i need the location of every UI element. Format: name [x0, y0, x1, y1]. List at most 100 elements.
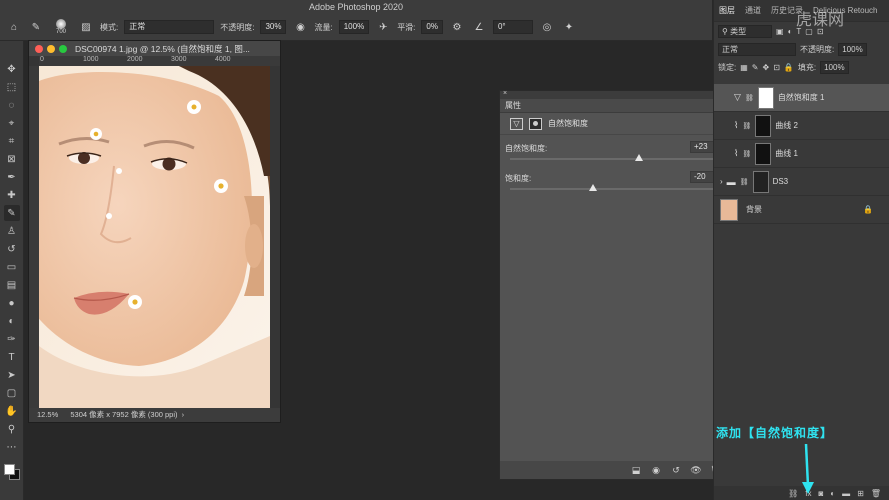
- gradient-tool-icon[interactable]: ▤: [4, 277, 20, 293]
- stamp-tool-icon[interactable]: ♙: [4, 223, 20, 239]
- lock-position-icon[interactable]: ✥: [763, 63, 770, 72]
- tab-layers[interactable]: 图层: [719, 5, 735, 16]
- chevron-right-icon[interactable]: ›: [720, 177, 723, 186]
- background-thumbnail[interactable]: [720, 198, 738, 221]
- layer-mask-icon[interactable]: [529, 117, 542, 130]
- layer-row-vibrance[interactable]: ▽ ⛓ 自然饱和度 1: [714, 84, 889, 112]
- link-layers-icon[interactable]: ⛓: [788, 489, 798, 498]
- view-previous-state-icon[interactable]: ◉: [649, 464, 663, 476]
- layer-name: 自然饱和度 1: [777, 93, 825, 102]
- lock-transparency-icon[interactable]: ▦: [740, 63, 748, 72]
- type-tool-icon[interactable]: T: [4, 349, 20, 365]
- layer-mask-thumbnail[interactable]: [757, 86, 774, 109]
- brush-settings-icon[interactable]: ▨: [78, 19, 94, 35]
- maximize-window-icon[interactable]: [59, 44, 67, 53]
- layer-row-curves-2[interactable]: ⌇ ⛓ 曲线 2: [714, 112, 889, 140]
- close-panel-icon[interactable]: ×: [503, 90, 507, 97]
- portrait-image: [39, 66, 270, 412]
- pen-tool-icon[interactable]: ✑: [4, 331, 20, 347]
- filter-pixel-icon[interactable]: ▣: [776, 27, 784, 36]
- eyedropper-tool-icon[interactable]: ✒: [4, 169, 20, 185]
- delete-layer-icon[interactable]: 🗑: [871, 489, 881, 498]
- close-window-icon[interactable]: [35, 44, 43, 53]
- more-tools-icon[interactable]: ⋯: [4, 439, 20, 455]
- pressure-size-icon[interactable]: ◎: [539, 19, 555, 35]
- layer-opacity-input[interactable]: 100%: [838, 42, 867, 56]
- properties-panel-header[interactable]: × »: [500, 89, 733, 99]
- lock-all-icon[interactable]: 🔒: [784, 63, 794, 72]
- eraser-tool-icon[interactable]: ▭: [4, 259, 20, 275]
- airbrush-icon[interactable]: ✈: [375, 19, 391, 35]
- saturation-slider-track[interactable]: [510, 188, 718, 190]
- folder-icon: ▬: [726, 176, 736, 187]
- angle-input[interactable]: 0°: [492, 20, 533, 34]
- dodge-tool-icon[interactable]: ◐: [4, 313, 20, 329]
- vibrance-slider-track[interactable]: [510, 158, 718, 160]
- lock-pixels-icon[interactable]: ✎: [752, 63, 759, 72]
- clip-to-layer-icon[interactable]: ⬓: [629, 464, 643, 476]
- smoothing-settings-icon[interactable]: ⚙: [449, 19, 465, 35]
- layer-name: 背景: [746, 205, 762, 214]
- lock-row: 锁定: ▦ ✎ ✥ ⊡ 🔒 填充: 100%: [714, 58, 889, 76]
- layer-mask-thumbnail[interactable]: [755, 142, 772, 165]
- blur-tool-icon[interactable]: ●: [4, 295, 20, 311]
- mode-select[interactable]: 正常: [124, 20, 215, 34]
- hand-tool-icon[interactable]: ✋: [4, 403, 20, 419]
- healing-tool-icon[interactable]: ✚: [4, 187, 20, 203]
- move-tool-icon[interactable]: ✥: [4, 61, 20, 77]
- path-select-tool-icon[interactable]: ➤: [4, 367, 20, 383]
- frame-tool-icon[interactable]: ⊠: [4, 151, 20, 167]
- link-icon[interactable]: ⛓: [742, 122, 751, 130]
- saturation-slider-handle[interactable]: [589, 184, 598, 191]
- layer-group-ds3[interactable]: › ▬ ⛓ DS3: [714, 168, 889, 196]
- fill-input[interactable]: 100%: [820, 60, 849, 74]
- minimize-window-icon[interactable]: [47, 44, 55, 53]
- properties-tab[interactable]: 属性 ≡: [500, 99, 733, 113]
- info-menu-arrow[interactable]: ›: [182, 410, 185, 419]
- quick-select-tool-icon[interactable]: ⌖: [4, 115, 20, 131]
- ruler-tick: 1000: [83, 56, 99, 63]
- add-mask-icon[interactable]: ◙: [818, 489, 823, 498]
- tab-channels[interactable]: 通道: [745, 5, 761, 16]
- flow-input[interactable]: 100%: [338, 20, 370, 34]
- foreground-color-swatch[interactable]: [3, 464, 15, 475]
- group-mask-thumbnail[interactable]: [752, 170, 769, 193]
- saturation-label: 饱和度:: [505, 174, 532, 183]
- smoothing-input[interactable]: 0%: [421, 20, 443, 34]
- reset-icon[interactable]: ↺: [669, 464, 683, 476]
- filter-adjustment-icon[interactable]: ◐: [788, 27, 793, 36]
- history-brush-tool-icon[interactable]: ↺: [4, 241, 20, 257]
- link-icon[interactable]: ⛓: [740, 178, 749, 186]
- brush-tool-icon-active[interactable]: ✎: [3, 205, 20, 221]
- new-group-icon[interactable]: ▬: [842, 489, 850, 498]
- zoom-level[interactable]: 12.5%: [37, 410, 58, 419]
- document-window: DSC00974 1.jpg @ 12.5% (自然饱和度 1, 图... 0 …: [28, 40, 281, 423]
- blend-mode-select[interactable]: 正常: [718, 42, 796, 56]
- brush-tool-icon[interactable]: ✎: [28, 19, 44, 35]
- pressure-opacity-icon[interactable]: ◉: [292, 19, 308, 35]
- crop-tool-icon[interactable]: ⌗: [4, 133, 20, 149]
- ruler-tick: 2000: [127, 56, 143, 63]
- color-swatches[interactable]: [3, 461, 21, 483]
- link-icon[interactable]: ⛓: [742, 150, 751, 158]
- link-icon[interactable]: ⛓: [745, 94, 754, 102]
- opacity-input[interactable]: 30%: [260, 20, 287, 34]
- marquee-tool-icon[interactable]: ⬚: [4, 79, 20, 95]
- layer-mask-thumbnail[interactable]: [755, 114, 772, 137]
- brush-preset-picker[interactable]: 700: [50, 19, 72, 35]
- shape-tool-icon[interactable]: ▢: [4, 385, 20, 401]
- document-tab[interactable]: DSC00974 1.jpg @ 12.5% (自然饱和度 1, 图...: [29, 41, 280, 56]
- new-adjustment-layer-icon[interactable]: ◐: [830, 489, 835, 498]
- toggle-visibility-icon[interactable]: 👁: [689, 464, 703, 476]
- lock-artboard-icon[interactable]: ⊡: [773, 63, 780, 72]
- layer-row-curves-1[interactable]: ⌇ ⛓ 曲线 1: [714, 140, 889, 168]
- lasso-tool-icon[interactable]: ◌: [4, 97, 20, 113]
- layer-kind-filter[interactable]: ⚲ 类型: [718, 24, 772, 38]
- vibrance-slider-handle[interactable]: [634, 154, 643, 161]
- zoom-tool-icon[interactable]: ⚲: [4, 421, 20, 437]
- canvas-photo[interactable]: [39, 66, 270, 412]
- new-layer-icon[interactable]: ⊞: [857, 489, 864, 498]
- home-icon[interactable]: ⌂: [6, 19, 22, 35]
- layer-row-background[interactable]: 背景 🔒: [714, 196, 889, 224]
- symmetry-icon[interactable]: ✦: [561, 19, 577, 35]
